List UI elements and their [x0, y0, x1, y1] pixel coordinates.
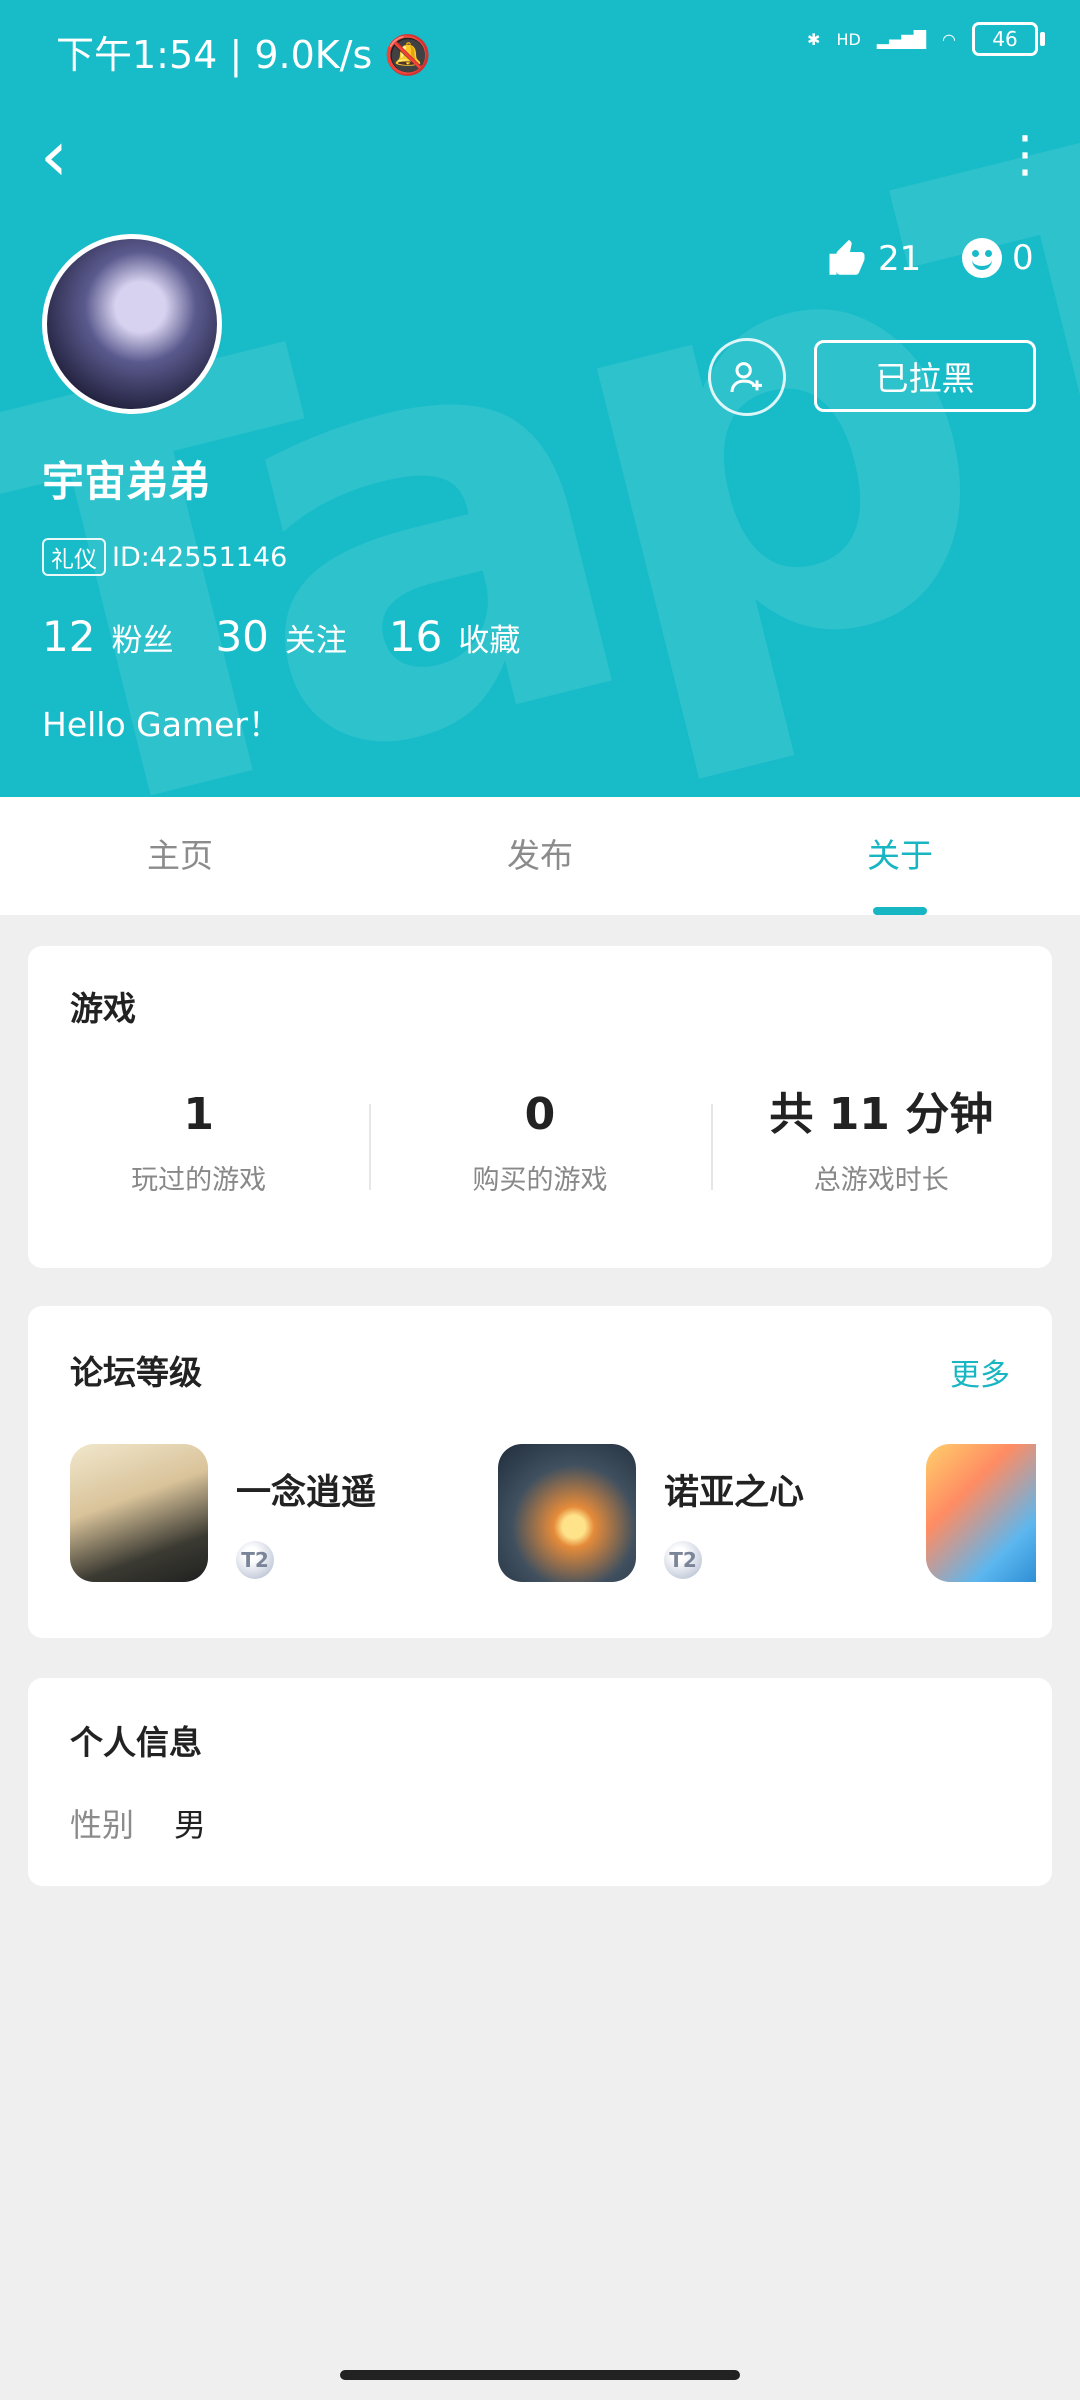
tab-about[interactable]: 关于	[720, 797, 1080, 915]
thumbs-up-icon	[829, 239, 865, 275]
game-icon-partial	[926, 1444, 1036, 1582]
tab-home[interactable]: 主页	[0, 797, 360, 915]
signal-hd-label: HD	[836, 29, 861, 49]
games-card: 游戏 1 玩过的游戏 0 购买的游戏 共 11 分钟 总游戏时长	[28, 946, 1052, 1268]
add-friend-button[interactable]	[708, 338, 786, 416]
tab-posts[interactable]: 发布	[360, 797, 720, 915]
more-link[interactable]: 更多	[950, 1350, 1010, 1394]
personal-info-title: 个人信息	[70, 1723, 202, 1762]
avatar[interactable]	[42, 234, 222, 414]
user-id: ID:42551146	[112, 541, 288, 573]
forum-game-name: 一念逍遥	[236, 1473, 377, 1513]
battery-level: 46	[992, 27, 1018, 51]
playtime-label: 总游戏时长	[813, 1165, 949, 1196]
gender-value: 男	[174, 1806, 207, 1844]
forum-item[interactable]	[926, 1444, 1036, 1582]
games-title: 游戏	[70, 989, 136, 1028]
follow-stats: 12 粉丝 30 关注 16 收藏	[42, 612, 562, 661]
profile-header: TapTap 下午1:54 | 9.0K/s 🔕 ✱ HD ▂▄▆█ ◠ 46 …	[0, 0, 1080, 797]
gender-row: 性别 男	[70, 1800, 206, 1846]
played-games-label: 玩过的游戏	[131, 1165, 267, 1196]
purchased-games-value: 0	[524, 1089, 556, 1140]
game-icon-noah	[498, 1444, 636, 1582]
blacklist-button[interactable]: 已拉黑	[814, 340, 1036, 412]
status-clock: 下午1:54	[56, 33, 218, 77]
like-count-group[interactable]: 21	[826, 238, 921, 280]
user-badge[interactable]: 礼仪	[42, 538, 106, 576]
status-time: 下午1:54 | 9.0K/s 🔕	[56, 24, 432, 79]
forum-title: 论坛等级	[70, 1353, 202, 1392]
like-count: 21	[878, 239, 922, 279]
bluetooth-icon: ✱	[807, 29, 821, 49]
gender-label: 性别	[70, 1806, 135, 1844]
favorites-label[interactable]: 收藏	[458, 615, 520, 660]
fans-count[interactable]: 12	[42, 612, 95, 661]
signal-icon: ▂▄▆█	[876, 29, 927, 49]
following-count[interactable]: 30	[215, 612, 268, 661]
back-icon[interactable]: ‹	[40, 121, 68, 191]
status-speed: 9.0K/s	[254, 33, 373, 77]
purchased-games-stat[interactable]: 0 购买的游戏	[369, 1086, 710, 1206]
smile-count: 0	[1012, 238, 1034, 278]
forum-item[interactable]: 诺亚之心 T2	[498, 1444, 868, 1582]
playtime-value: 共 11 分钟	[769, 1089, 994, 1140]
games-stats: 1 玩过的游戏 0 购买的游戏 共 11 分钟 总游戏时长	[28, 1086, 1052, 1206]
level-badge-icon: T2	[664, 1541, 702, 1579]
forum-item[interactable]: 一念逍遥 T2	[70, 1444, 440, 1582]
smile-count-group[interactable]: 0	[962, 238, 1034, 278]
fans-label[interactable]: 粉丝	[111, 615, 173, 660]
home-indicator[interactable]	[340, 2370, 740, 2380]
forum-list: 一念逍遥 T2 诺亚之心 T2	[70, 1444, 1036, 1582]
user-name: 宇宙弟弟	[42, 457, 211, 506]
battery-icon: 46	[972, 22, 1045, 56]
personal-info-card: 个人信息 性别 男	[28, 1678, 1052, 1886]
game-icon-yinian	[70, 1444, 208, 1582]
played-games-value: 1	[183, 1089, 214, 1140]
following-label[interactable]: 关注	[285, 615, 347, 660]
purchased-games-label: 购买的游戏	[472, 1165, 608, 1196]
profile-tabs: 主页 发布 关于	[0, 797, 1080, 915]
add-user-icon	[730, 362, 762, 393]
wifi-icon: ◠	[942, 29, 956, 49]
level-badge-icon: T2	[236, 1541, 274, 1579]
user-bio: Hello Gamer！	[42, 705, 281, 744]
favorites-count[interactable]: 16	[389, 612, 442, 661]
forum-game-name: 诺亚之心	[664, 1473, 805, 1513]
more-options-icon[interactable]: ⋮	[1000, 129, 1050, 179]
mute-icon: 🔕	[384, 33, 432, 77]
playtime-stat[interactable]: 共 11 分钟 总游戏时长	[710, 1086, 1052, 1206]
status-separator: |	[229, 33, 255, 77]
forum-level-card: 论坛等级 更多 一念逍遥 T2 诺亚之心 T2	[28, 1306, 1052, 1638]
played-games-stat[interactable]: 1 玩过的游戏	[28, 1086, 369, 1206]
status-icons: ✱ HD ▂▄▆█ ◠ 46	[807, 22, 1045, 56]
status-bar: 下午1:54 | 9.0K/s 🔕 ✱ HD ▂▄▆█ ◠ 46	[0, 0, 1080, 96]
user-id-row: 礼仪 ID:42551146	[42, 538, 287, 576]
smile-icon	[962, 238, 1002, 278]
